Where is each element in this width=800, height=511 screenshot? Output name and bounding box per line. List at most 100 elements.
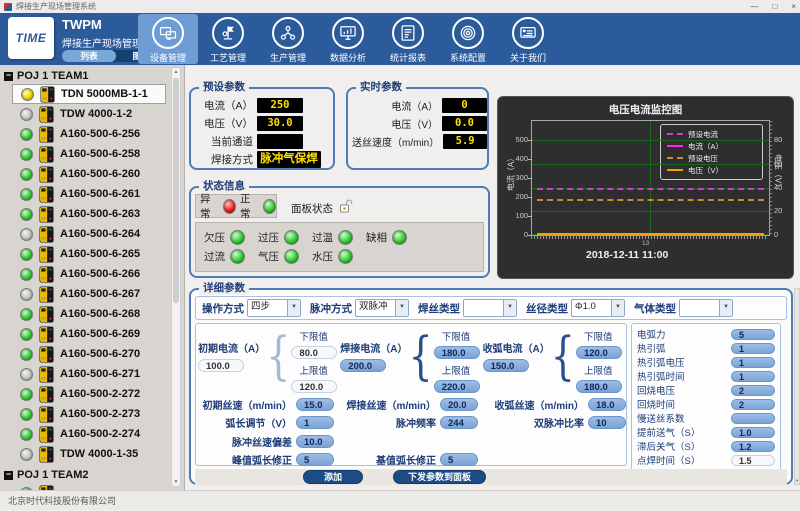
gray-led-icon — [20, 368, 33, 381]
chevron-down-icon[interactable]: ▼ — [611, 300, 624, 316]
dropdown-field[interactable]: Φ1.0▼ — [571, 299, 625, 317]
side-param-field[interactable]: 1 — [731, 357, 775, 368]
scroll-down-icon[interactable]: ▼ — [795, 478, 799, 483]
limit-value-field[interactable]: 80.0 — [291, 346, 337, 359]
chevron-down-icon[interactable]: ▼ — [503, 300, 516, 316]
field-label: 双脉冲比率 — [534, 415, 584, 430]
dropdown-field[interactable]: ▼ — [679, 299, 733, 317]
dropdown-field[interactable]: ▼ — [463, 299, 517, 317]
lcd-display: 脉冲气保焊 — [257, 151, 321, 168]
scroll-up-icon[interactable]: ▲ — [172, 69, 180, 75]
tree-item[interactable]: A160-500-6-270 — [12, 344, 166, 364]
tree-item[interactable]: A160-500-6-258 — [12, 144, 166, 164]
side-param-field[interactable]: 1 — [731, 343, 775, 354]
limit-value-field[interactable]: 120.0 — [291, 380, 337, 393]
chevron-down-icon[interactable]: ▼ — [719, 300, 732, 316]
nav-item-production[interactable]: 生产管理 — [258, 14, 318, 64]
dropdown-field[interactable]: 双脉冲▼ — [355, 299, 409, 317]
green-led-icon — [20, 388, 33, 401]
scrollbar-thumb[interactable] — [173, 78, 179, 303]
tree-item[interactable]: A160-500-6-263 — [12, 204, 166, 224]
dropdown-field[interactable]: 四步▼ — [247, 299, 301, 317]
nav-item-analysis[interactable]: 数据分析 — [318, 14, 378, 64]
current-value-field[interactable]: 200.0 — [340, 359, 386, 372]
tree-item[interactable]: A160-500-2-273 — [12, 404, 166, 424]
tree-item[interactable]: A160-500-2-274 — [12, 424, 166, 444]
scroll-down-icon[interactable]: ▼ — [172, 479, 180, 485]
tree-item[interactable]: A160-500-6-260 — [12, 164, 166, 184]
send-to-panel-button[interactable]: 下发参数到面板 — [393, 470, 486, 484]
tree-item[interactable]: A160-500-6-271 — [12, 364, 166, 384]
current-value-field[interactable]: 150.0 — [483, 359, 529, 372]
detail-scrollbar[interactable]: ▼ — [794, 288, 800, 485]
close-button[interactable]: × — [791, 2, 796, 11]
param-value-field[interactable]: 15.0 — [296, 398, 334, 411]
current-value-field[interactable]: 100.0 — [198, 359, 244, 372]
fault-indicator: 气压 — [258, 249, 299, 264]
limit-value-field[interactable]: 180.0 — [434, 346, 480, 359]
tree-item[interactable]: A160-500-6-256 — [12, 124, 166, 144]
green-led-icon — [20, 268, 33, 281]
tree-group-header[interactable]: −POJ 1 TEAM2 — [0, 467, 170, 483]
side-param-field[interactable]: 2 — [731, 385, 775, 396]
chevron-down-icon[interactable]: ▼ — [287, 300, 300, 316]
nav-item-config[interactable]: 系统配置 — [438, 14, 498, 64]
side-param-field[interactable]: 1.5 — [731, 455, 775, 466]
limit-value-field[interactable]: 120.0 — [576, 346, 622, 359]
tree-item[interactable]: A160-500-6-268 — [12, 304, 166, 324]
minimize-button[interactable]: — — [750, 2, 758, 11]
param-value-field[interactable]: 10 — [588, 416, 626, 429]
param-value-field[interactable]: 5 — [440, 453, 478, 466]
tree-item[interactable]: TDW 4000-1-2 — [12, 104, 166, 124]
side-param-field[interactable]: 2 — [731, 399, 775, 410]
collapse-icon[interactable]: − — [4, 72, 13, 81]
param-value-field[interactable]: 20.0 — [440, 398, 478, 411]
view-list-button[interactable]: 列表 — [62, 50, 116, 62]
tree-scrollbar[interactable]: ▲ ▼ — [171, 67, 181, 487]
nav-item-report[interactable]: 统计报表 — [378, 14, 438, 64]
chart-date-label: 2018-12-11 11:00 — [586, 249, 668, 261]
param-cell: 焊接丝速（m/min）20.0 — [334, 397, 478, 412]
field-label: 焊丝类型 — [418, 301, 460, 316]
param-value-field[interactable]: 1 — [296, 416, 334, 429]
chevron-down-icon[interactable]: ▼ — [395, 300, 408, 316]
param-value-field[interactable]: 5 — [296, 453, 334, 466]
field-row: 焊接方式脉冲气保焊 — [195, 152, 333, 167]
tree-item[interactable]: A160-500-6-264 — [12, 224, 166, 244]
nav-label: 系统配置 — [450, 51, 486, 64]
tree-item[interactable]: A160-500-6-269 — [12, 324, 166, 344]
side-param-field[interactable]: 1.2 — [731, 441, 775, 452]
side-param-field[interactable]: 1.0 — [731, 427, 775, 438]
tree-group-header[interactable]: −POJ 1 TEAM1 — [0, 68, 170, 84]
limit-value-field[interactable]: 180.0 — [576, 380, 622, 393]
tree-item-label: A160-500-6-263 — [60, 208, 140, 220]
tree-item[interactable]: A160-500-2-272 — [12, 384, 166, 404]
side-param-field[interactable]: 5 — [731, 329, 775, 340]
tree-item[interactable]: A160-500-6-267 — [12, 284, 166, 304]
limit-value-field[interactable]: 220.0 — [434, 380, 480, 393]
nav-item-about[interactable]: 关于我们 — [498, 14, 558, 64]
tree-item[interactable]: A160-500-6-265 — [12, 244, 166, 264]
tree-item[interactable]: A160-500-6-261 — [12, 184, 166, 204]
nav-item-process[interactable]: 工艺管理 — [198, 14, 258, 64]
tree-item-label: A160-500-2-273 — [60, 408, 140, 420]
field-label: 初期电流（A） — [198, 340, 265, 355]
side-param-field[interactable] — [731, 413, 775, 424]
add-button[interactable]: 添加 — [303, 470, 363, 484]
tree-item[interactable]: A160-500-6-266 — [12, 264, 166, 284]
dropdown-group: 操作方式四步▼ — [202, 299, 301, 317]
nav-item-devices[interactable]: 设备管理 — [138, 14, 198, 64]
maximize-button[interactable]: □ — [772, 2, 777, 11]
param-value-field[interactable]: 244 — [440, 416, 478, 429]
tree-item[interactable]: TDW 4000-1-35 — [12, 444, 166, 464]
tree-item[interactable]: TDN 5000MB-1-1 — [12, 84, 166, 104]
side-param-field[interactable]: 1 — [731, 371, 775, 382]
tree-item[interactable] — [12, 483, 166, 490]
side-param-row: 滞后关气（S）1.2 — [637, 439, 775, 453]
collapse-icon[interactable]: − — [4, 471, 13, 480]
tree-item-label: A160-500-6-256 — [60, 128, 140, 140]
status-label: 过温 — [312, 230, 333, 245]
field-label: 下限值 — [576, 329, 622, 343]
param-value-field[interactable]: 18.0 — [588, 398, 626, 411]
param-value-field[interactable]: 10.0 — [296, 435, 334, 448]
